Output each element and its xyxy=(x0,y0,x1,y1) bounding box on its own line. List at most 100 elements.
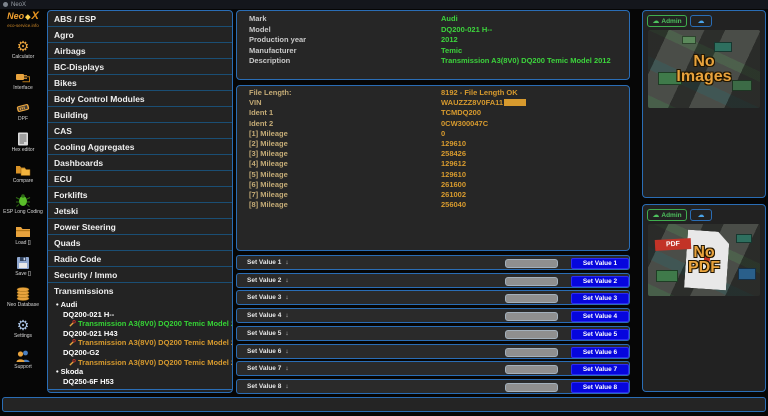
category-item-power-steering[interactable]: Power Steering xyxy=(48,219,232,235)
tree-model-dq200-g2[interactable]: DQ200-G2 xyxy=(48,348,232,358)
set-value-input-6[interactable] xyxy=(505,348,558,357)
down-arrow-icon: ↓ xyxy=(285,312,288,319)
category-item-airbags[interactable]: Airbags xyxy=(48,43,232,59)
category-item-agro[interactable]: Agro xyxy=(48,27,232,43)
title-bar: NeoX xyxy=(0,0,768,9)
vin-redacted-block xyxy=(504,99,526,106)
app-window: NeoX Neo◆X eco-service.info ⚙ Calculator… xyxy=(0,0,768,416)
category-item-security-immo[interactable]: Security / Immo xyxy=(48,267,232,283)
tree-leaf-label: Transmission A3(8V0) DQ200 Temic Model 2… xyxy=(78,358,233,367)
ident2-value: 0CW300047C xyxy=(441,119,488,129)
category-item-quads[interactable]: Quads xyxy=(48,235,232,251)
set-value-row-8: Set Value 8↓ Set Value 8 xyxy=(236,379,630,394)
tree-brand-skoda[interactable]: •Skoda xyxy=(48,367,232,377)
sidebar-item-settings[interactable]: ⚙ Settings xyxy=(0,312,46,343)
set-value-row-1: Set Value 1↓ Set Value 1 xyxy=(236,255,630,270)
tree-leaf-dq200-2012[interactable]: Transmission A3(8V0) DQ200 Temic Model 2… xyxy=(48,338,232,348)
images-admin-button[interactable]: ☁ Admin xyxy=(647,15,687,27)
category-item-building[interactable]: Building xyxy=(48,107,232,123)
set-value-input-1[interactable] xyxy=(505,259,558,268)
set-value-button-8[interactable]: Set Value 8 xyxy=(571,382,629,393)
set-value-input-8[interactable] xyxy=(505,383,558,392)
pdf-admin-button[interactable]: ☁ Admin xyxy=(647,209,687,221)
category-item-ecu[interactable]: ECU xyxy=(48,171,232,187)
info-value: Temic xyxy=(441,46,462,57)
sidebar-item-dpf[interactable]: DPF xyxy=(0,95,46,126)
tree-model-dq200-021-h[interactable]: DQ200-021 H-- xyxy=(48,310,232,320)
set-value-input-2[interactable] xyxy=(505,277,558,286)
no-images-text: No Images xyxy=(648,30,760,108)
mileage-value: 129610 xyxy=(441,139,466,149)
tree-leaf-dq200-2012-selected[interactable]: Transmission A3(8V0) DQ200 Temic Model 2… xyxy=(48,319,232,329)
category-item-bc-displays[interactable]: BC-Displays xyxy=(48,59,232,75)
category-item-cas[interactable]: CAS xyxy=(48,123,232,139)
category-item-forklifts[interactable]: Forklifts xyxy=(48,187,232,203)
logo-diamond-icon: ◆ xyxy=(24,14,31,21)
sidebar-item-hex-editor[interactable]: Hex editor xyxy=(0,126,46,157)
sidebar-item-load[interactable]: Load [] xyxy=(0,219,46,250)
set-value-label: Set Value 1↓ xyxy=(247,256,289,270)
set-value-button-1[interactable]: Set Value 1 xyxy=(571,258,629,269)
images-cloud-button[interactable]: ☁ xyxy=(690,15,712,27)
set-value-input-3[interactable] xyxy=(505,294,558,303)
set-value-button-2[interactable]: Set Value 2 xyxy=(571,276,629,287)
category-item-body-control-modules[interactable]: Body Control Modules xyxy=(48,91,232,107)
set-value-input-7[interactable] xyxy=(505,365,558,374)
sidebar-item-interface[interactable]: Interface xyxy=(0,64,46,95)
pdf-panel: ☁ Admin ☁ PDF No PDF xyxy=(642,204,766,392)
icon-sidebar: Neo◆X eco-service.info ⚙ Calculator Inte… xyxy=(0,9,46,416)
file-info-row: [7] Mileage261002 xyxy=(237,190,629,200)
sidebar-item-calculator[interactable]: ⚙ Calculator xyxy=(0,33,46,64)
category-item-abs-esp[interactable]: ABS / ESP xyxy=(48,11,232,27)
info-row: ManufacturerTemic xyxy=(237,46,629,57)
set-value-button-6[interactable]: Set Value 6 xyxy=(571,347,629,358)
set-value-input-4[interactable] xyxy=(505,312,558,321)
pdf-cloud-button[interactable]: ☁ xyxy=(690,209,712,221)
window-title: NeoX xyxy=(11,2,26,8)
file-info-label: Ident 2 xyxy=(249,119,273,129)
tree-leaf-dq200-2013[interactable]: Transmission A3(8V0) DQ200 Temic Model 2… xyxy=(48,358,232,368)
info-value: Transmission A3(8V0) DQ200 Temic Model 2… xyxy=(441,56,611,67)
mileage-value: 261002 xyxy=(441,190,466,200)
tree-model-dq200-021-h43[interactable]: DQ200-021 H43 xyxy=(48,329,232,339)
no-images-placeholder: No Images xyxy=(648,30,760,108)
cloud-upload-icon: ☁ xyxy=(652,212,659,219)
category-item-cooling-aggregates[interactable]: Cooling Aggregates xyxy=(48,139,232,155)
sidebar-item-label: Neo Database xyxy=(7,303,39,308)
mileage-value: 129610 xyxy=(441,170,466,180)
category-item-bikes[interactable]: Bikes xyxy=(48,75,232,91)
set-value-button-5[interactable]: Set Value 5 xyxy=(571,329,629,340)
file-info-row: [6] Mileage261600 xyxy=(237,180,629,190)
set-value-button-7[interactable]: Set Value 7 xyxy=(571,364,629,375)
calculator-icon: ⚙ xyxy=(17,37,30,54)
file-info-label: [8] Mileage xyxy=(249,200,288,210)
set-value-button-4[interactable]: Set Value 4 xyxy=(571,311,629,322)
category-item-transmissions[interactable]: Transmissions xyxy=(48,283,232,299)
tree-brand-audi[interactable]: •Audi xyxy=(48,300,232,310)
set-value-input-5[interactable] xyxy=(505,330,558,339)
sidebar-item-support[interactable]: Support xyxy=(0,343,46,374)
sidebar-item-save[interactable]: Save [] xyxy=(0,250,46,281)
category-item-radio-code[interactable]: Radio Code xyxy=(48,251,232,267)
info-label: Description xyxy=(249,56,290,67)
sidebar-item-esp-long-coding[interactable]: ESP Long Coding xyxy=(0,188,46,219)
set-value-label: Set Value 6↓ xyxy=(247,345,289,359)
detail-column: MarkAudi ModelDQ200-021 H-- Production y… xyxy=(236,10,630,394)
category-list-panel: ABS / ESP Agro Airbags BC-Displays Bikes… xyxy=(47,10,233,393)
info-label: Model xyxy=(249,25,271,36)
mileage-value: 0 xyxy=(441,129,445,139)
wrench-icon xyxy=(69,359,76,366)
category-item-dashboards[interactable]: Dashboards xyxy=(48,155,232,171)
logo-text: Neo◆X xyxy=(0,11,46,23)
category-item-jetski[interactable]: Jetski xyxy=(48,203,232,219)
wrench-icon xyxy=(69,320,76,327)
sidebar-item-neo-database[interactable]: Neo Database xyxy=(0,281,46,312)
sidebar-item-compare[interactable]: Compare xyxy=(0,157,46,188)
tree-divider xyxy=(48,389,232,390)
set-value-button-3[interactable]: Set Value 3 xyxy=(571,293,629,304)
set-value-label: Set Value 3↓ xyxy=(247,291,289,305)
sidebar-item-label: Interface xyxy=(13,86,32,91)
tree-model-dq250-6f-h53[interactable]: DQ250-6F H53 xyxy=(48,377,232,387)
tree-leaf-label: Transmission A3(8V0) DQ200 Temic Model 2… xyxy=(78,338,233,347)
file-info-label: [5] Mileage xyxy=(249,170,288,180)
